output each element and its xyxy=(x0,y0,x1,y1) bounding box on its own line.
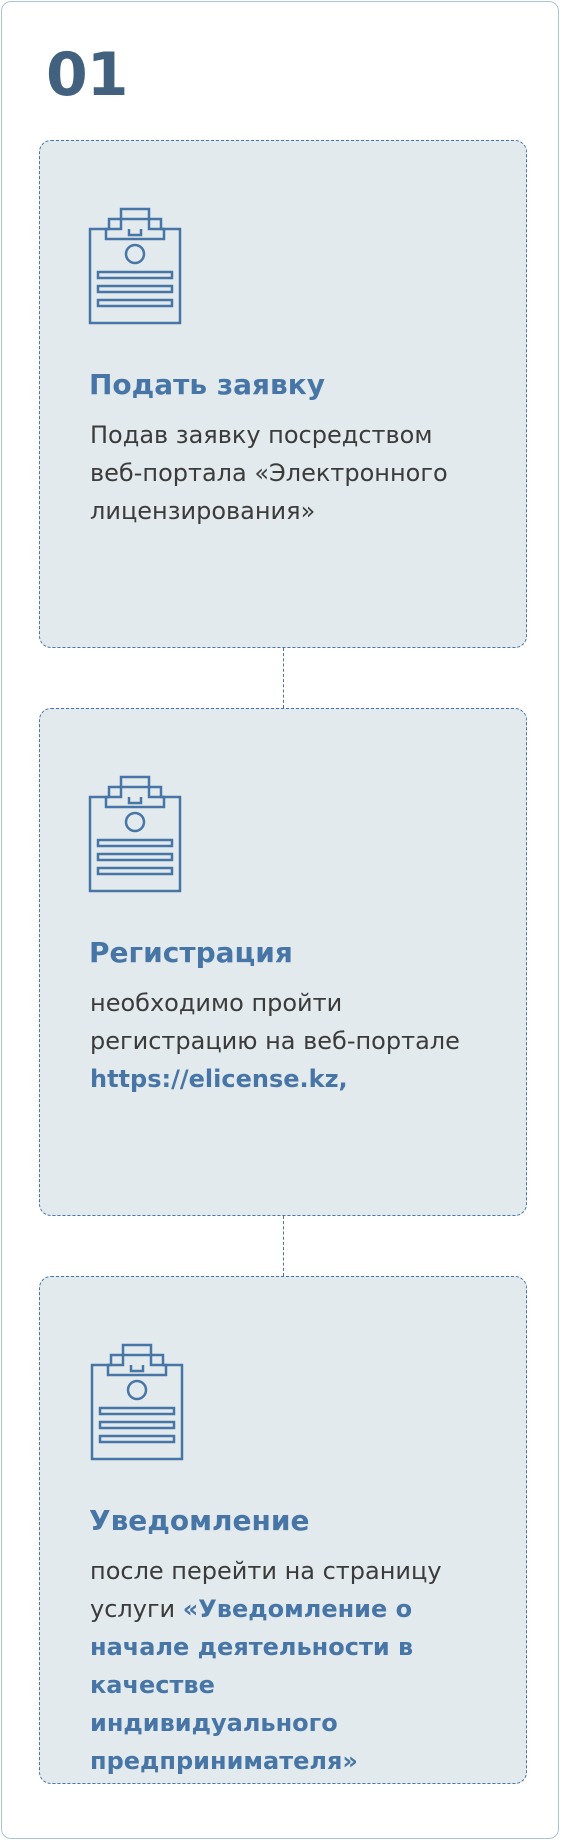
clipboard-icon xyxy=(88,207,182,325)
card-title: Подать заявку xyxy=(89,368,325,401)
step-card-submit-application: Подать заявку Подав заявку посредством в… xyxy=(39,140,527,648)
card-text: необходимо пройти регистрацию на веб-пор… xyxy=(90,989,460,1055)
step-number: 01 xyxy=(46,40,128,110)
card-description: после перейти на страницу услуги «Уведом… xyxy=(90,1552,470,1780)
elicense-link[interactable]: https://elicense.kz, xyxy=(90,1065,348,1093)
card-description: Подав заявку посредством веб-портала «Эл… xyxy=(90,416,470,530)
clipboard-icon xyxy=(90,1343,184,1461)
step-card-notification: Уведомление после перейти на страницу ус… xyxy=(39,1276,527,1784)
card-text: Подав заявку посредством веб-портала «Эл… xyxy=(90,421,448,525)
connector-line xyxy=(283,648,284,708)
card-title: Регистрация xyxy=(89,936,293,969)
step-card-registration: Регистрация необходимо пройти регистраци… xyxy=(39,708,527,1216)
step-frame: 01 Подать заявку Подав заявку посредство… xyxy=(1,1,559,1839)
connector-line xyxy=(283,1216,284,1276)
card-title: Уведомление xyxy=(89,1504,310,1537)
card-description: необходимо пройти регистрацию на веб-пор… xyxy=(90,984,470,1098)
clipboard-icon xyxy=(88,775,182,893)
